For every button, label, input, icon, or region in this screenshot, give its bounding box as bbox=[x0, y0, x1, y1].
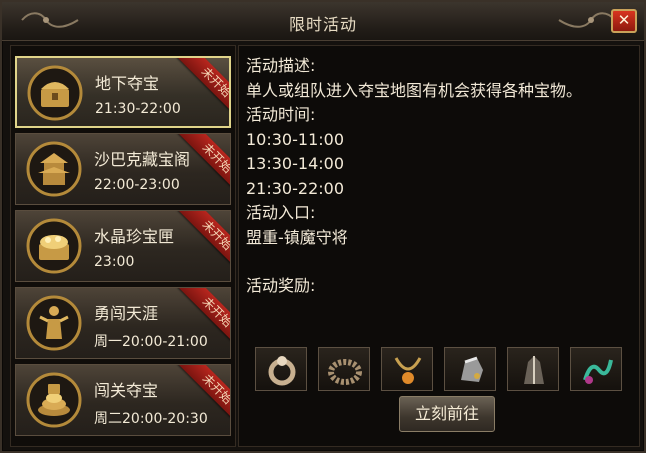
description-text: 单人或组队进入夺宝地图有机会获得各种宝物。 bbox=[246, 80, 583, 100]
limited-events-window: 限时活动 ✕ 地下夺宝 21:30-22:00 未开始 沙巴克藏宝阁 22:00… bbox=[0, 0, 646, 453]
bracelet-icon bbox=[328, 359, 362, 385]
not-started-badge: 未开始 bbox=[177, 288, 230, 351]
armor-icon bbox=[524, 356, 544, 384]
reward-label: 活动奖励: bbox=[246, 276, 316, 295]
reward-slot[interactable] bbox=[444, 347, 496, 391]
event-time: 23:00 bbox=[94, 254, 135, 270]
event-description: 活动描述: 单人或组队进入夺宝地图有机会获得各种宝物。 活动时间: 10:30-… bbox=[246, 54, 626, 299]
not-started-badge: 未开始 bbox=[177, 211, 230, 274]
event-detail-panel: 活动描述: 单人或组队进入夺宝地图有机会获得各种宝物。 活动时间: 10:30-… bbox=[238, 45, 640, 447]
helmet-icon bbox=[461, 356, 483, 382]
not-started-badge: 未开始 bbox=[177, 134, 230, 197]
event-item-brave-journey[interactable]: 勇闯天涯 周一20:00-21:00 未开始 bbox=[15, 287, 231, 359]
reward-slot[interactable] bbox=[318, 347, 370, 391]
go-now-button[interactable]: 立刻前往 bbox=[399, 396, 495, 432]
event-item-stage-treasure[interactable]: 闯关夺宝 周二20:00-20:30 未开始 bbox=[15, 364, 231, 436]
reward-slot[interactable] bbox=[507, 347, 559, 391]
event-name: 水晶珍宝匣 bbox=[94, 227, 175, 246]
reward-slot[interactable] bbox=[570, 347, 622, 391]
event-list: 地下夺宝 21:30-22:00 未开始 沙巴克藏宝阁 22:00-23:00 … bbox=[10, 45, 236, 447]
ornament-right-icon bbox=[558, 12, 616, 28]
serpent-icon bbox=[583, 359, 613, 384]
not-started-badge: 未开始 bbox=[176, 58, 229, 121]
description-label: 活动描述: bbox=[246, 56, 316, 75]
necklace-icon bbox=[394, 357, 422, 384]
not-started-badge: 未开始 bbox=[177, 365, 230, 428]
event-name: 闯关夺宝 bbox=[94, 381, 159, 400]
warrior-icon bbox=[26, 295, 82, 351]
time-label: 活动时间: bbox=[246, 105, 316, 124]
reward-slot[interactable] bbox=[255, 347, 307, 391]
close-button[interactable]: ✕ bbox=[611, 9, 637, 33]
reward-slot[interactable] bbox=[381, 347, 433, 391]
entry-text: 盟重-镇魔守将 bbox=[246, 227, 348, 247]
pagoda-icon bbox=[26, 141, 82, 197]
crystal-chest-icon bbox=[26, 218, 82, 274]
ring-icon bbox=[268, 356, 296, 386]
time-slot: 13:30-14:00 bbox=[246, 154, 344, 173]
event-name: 勇闯天涯 bbox=[94, 304, 159, 323]
time-slot: 10:30-11:00 bbox=[246, 129, 344, 149]
title-bar: 限时活动 ✕ bbox=[2, 2, 644, 41]
time-slot: 21:30-22:00 bbox=[246, 178, 344, 198]
entry-label: 活动入口: bbox=[246, 203, 316, 222]
event-item-shabak-vault[interactable]: 沙巴克藏宝阁 22:00-23:00 未开始 bbox=[15, 133, 231, 205]
window-title: 限时活动 bbox=[288, 15, 357, 34]
event-name: 地下夺宝 bbox=[95, 74, 160, 93]
gold-pile-icon bbox=[26, 372, 82, 428]
reward-list bbox=[255, 347, 633, 391]
event-item-crystal-chest[interactable]: 水晶珍宝匣 23:00 未开始 bbox=[15, 210, 231, 282]
treasure-chest-icon bbox=[27, 65, 83, 121]
event-item-underground-treasure[interactable]: 地下夺宝 21:30-22:00 未开始 bbox=[15, 56, 231, 128]
